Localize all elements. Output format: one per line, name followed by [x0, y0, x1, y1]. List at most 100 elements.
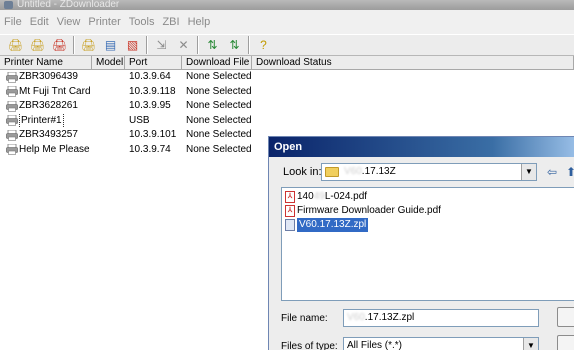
file-item[interactable]: ⅄ Firmware Downloader Guide.pdf — [285, 204, 574, 218]
printer-port: 10.3.9.118 — [129, 85, 176, 97]
printer-name: Printer#1 — [19, 113, 64, 128]
printer-row[interactable]: Mt Fuji Tnt Card 10.3.9.118 None Selected — [0, 85, 280, 100]
ping-icon[interactable]: ⇅ — [203, 36, 222, 54]
printer-icon — [6, 71, 18, 83]
file-type-value: All Files (*.*) — [347, 340, 403, 350]
menu-printer[interactable]: Printer — [88, 16, 120, 28]
column-model[interactable]: Model — [92, 56, 125, 70]
printer-name: ZBR3628261 — [19, 100, 78, 111]
menu-tools[interactable]: Tools — [129, 16, 155, 28]
file-item[interactable]: V60.17.13Z.zpl — [285, 218, 574, 232]
file-name-part: Firmware Downloader Guide.pdf — [297, 205, 441, 216]
column-download-file[interactable]: Download File — [182, 56, 252, 70]
remove-file-icon[interactable]: ▧ — [123, 36, 142, 54]
menu-help[interactable]: Help — [188, 16, 211, 28]
printer-port: USB — [129, 114, 150, 126]
column-download-status[interactable]: Download Status — [252, 56, 574, 70]
printer-model — [92, 99, 125, 114]
remove-printer-icon[interactable]: 🖨 — [50, 36, 69, 54]
file-name-part: L-024.pdf — [324, 191, 368, 202]
column-printer-name[interactable]: Printer Name — [0, 56, 92, 70]
folder-icon — [325, 167, 339, 177]
download-file: None Selected — [186, 143, 252, 155]
printer-icon — [6, 129, 18, 141]
printer-row[interactable]: ZBR3628261 10.3.9.95 None Selected — [0, 99, 280, 114]
file-type-dropdown[interactable]: All Files (*.*) ▼ — [343, 337, 539, 350]
printer-row[interactable]: ZBR3096439 10.3.9.64 None Selected — [0, 70, 280, 85]
back-arrow-icon[interactable]: ⇦ — [544, 164, 560, 180]
file-name-field[interactable]: V60.17.13Z.zpl — [343, 309, 539, 327]
look-in-dropdown[interactable]: V60.17.13Z ▼ — [321, 163, 537, 181]
title-bar: Untitled - ZDownloader — [0, 0, 574, 10]
download-file: None Selected — [186, 100, 252, 111]
chevron-down-icon[interactable]: ▼ — [523, 338, 538, 350]
edit-printer-icon[interactable]: 🖨 — [28, 36, 47, 54]
pdf-file-icon: ⅄ — [285, 205, 295, 217]
file-item[interactable]: ⅄ 14049L-024.pdf — [285, 190, 574, 204]
dialog-toolbar: ⇦ ⬆ ✱ — [544, 164, 574, 180]
printer-port: 10.3.9.95 — [129, 100, 171, 111]
file-name: 14049L-024.pdf — [297, 190, 367, 204]
menu-file[interactable]: File — [4, 16, 22, 28]
file-name: Firmware Downloader Guide.pdf — [297, 204, 441, 218]
menu-bar: File Edit View Printer Tools ZBI Help — [0, 10, 574, 34]
file-type-label: Files of type: — [281, 341, 338, 350]
open-file-dialog: Open Look in: V60.17.13Z ▼ ⇦ ⬆ ✱ ⅄14049L… — [268, 136, 574, 350]
open-button[interactable] — [557, 307, 574, 327]
download-icon[interactable]: ⇲ — [152, 36, 171, 54]
printer-model — [92, 128, 125, 143]
menu-zbi[interactable]: ZBI — [162, 16, 179, 28]
printer-name: Mt Fuji Tnt Card — [19, 85, 91, 97]
chevron-down-icon[interactable]: ▼ — [521, 164, 536, 180]
download-file: None Selected — [186, 114, 252, 126]
cancel-button[interactable] — [557, 335, 574, 350]
zpl-file-icon — [285, 219, 295, 231]
cancel-download-icon[interactable]: ✕ — [174, 36, 193, 54]
column-port[interactable]: Port — [125, 56, 182, 70]
help-icon[interactable]: ? — [254, 36, 273, 54]
printer-model — [92, 114, 125, 129]
printer-name-cell: Help Me Please — [0, 143, 92, 158]
printer-name: ZBR3493257 — [19, 129, 78, 140]
ping-all-icon[interactable]: ⇅ — [225, 36, 244, 54]
printer-port: 10.3.9.74 — [129, 143, 171, 155]
printer-name-cell: ZBR3628261 — [0, 99, 92, 114]
app-icon — [4, 1, 13, 9]
download-file: None Selected — [186, 85, 252, 97]
toolbar-separator — [248, 36, 250, 54]
pdf-file-icon: ⅄ — [285, 191, 295, 203]
file-name-value: .17.13Z.zpl — [364, 312, 415, 323]
download-file: None Selected — [186, 129, 252, 140]
printer-name-cell: ZBR3096439 — [0, 70, 92, 85]
printer-name-cell: Mt Fuji Tnt Card — [0, 85, 92, 100]
printer-port: 10.3.9.101 — [129, 129, 177, 140]
printer-model — [92, 70, 125, 85]
printer-row[interactable]: Help Me Please 10.3.9.74 None Selected — [0, 143, 280, 158]
printer-icon — [6, 86, 18, 98]
file-name-part: V60 — [299, 219, 317, 230]
file-name-part: 140 — [297, 191, 314, 202]
look-in-value: .17.13Z — [361, 166, 396, 177]
menu-edit[interactable]: Edit — [30, 16, 49, 28]
printer-row[interactable]: Printer#1 USB None Selected — [0, 113, 280, 129]
file-name: V60.17.13Z.zpl — [297, 218, 369, 232]
add-file-icon[interactable]: ▤ — [101, 36, 120, 54]
up-folder-icon[interactable]: ⬆ — [563, 164, 574, 180]
printer-model — [92, 85, 125, 100]
printer-settings-icon[interactable]: 🖨 — [79, 36, 98, 54]
printer-row[interactable]: ZBR3493257 10.3.9.101 None Selected — [0, 128, 280, 143]
file-list: ⅄ 14049L-024.pdf ⅄ Firmware Downloader Guid… — [281, 187, 574, 301]
file-name-part: .17.13Z.zpl — [316, 219, 367, 230]
dialog-title: Open — [269, 137, 574, 157]
toolbar-separator — [146, 36, 148, 54]
file-name-redacted: 49 — [313, 191, 325, 202]
printer-name-cell: ZBR3493257 — [0, 128, 92, 143]
printer-name: Help Me Please — [19, 143, 90, 155]
look-in-label: Look in: — [283, 166, 322, 178]
printer-grid-header: Printer Name Model Port Download File Do… — [0, 56, 574, 70]
printer-name: ZBR3096439 — [19, 71, 78, 82]
menu-view[interactable]: View — [57, 16, 81, 28]
printer-icon — [6, 144, 18, 156]
download-file: None Selected — [186, 71, 252, 82]
add-printer-icon[interactable]: 🖨 — [6, 36, 25, 54]
